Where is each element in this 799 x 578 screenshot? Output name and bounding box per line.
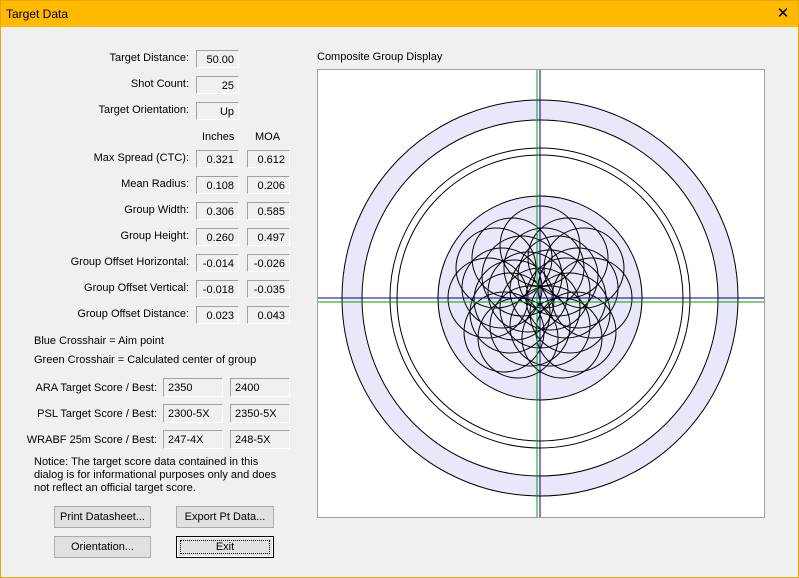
max-spread-label: Max Spread (CTC): bbox=[93, 152, 189, 164]
wrabf-score-label: WRABF 25m Score / Best: bbox=[26, 434, 157, 446]
ara-score-value: 2350 bbox=[163, 378, 223, 397]
title-bar: Target Data ✕ bbox=[1, 1, 798, 27]
group-height-moa: 0.497 bbox=[247, 228, 290, 246]
exit-button[interactable]: Exit bbox=[176, 536, 274, 558]
window-title: Target Data bbox=[6, 7, 69, 21]
orientation-button[interactable]: Orientation... bbox=[54, 536, 151, 558]
green-crosshair-legend: Green Crosshair = Calculated center of g… bbox=[34, 354, 257, 366]
target-data-dialog: Target Data ✕ Target Distance: 50.00 Sho… bbox=[0, 0, 799, 578]
psl-score-label: PSL Target Score / Best: bbox=[37, 408, 157, 420]
wrabf-score-value: 247-4X bbox=[163, 430, 223, 449]
notice-line-2: dialog is for informational purposes onl… bbox=[34, 469, 277, 481]
notice-line-3: not reflect an official target score. bbox=[34, 482, 196, 494]
psl-score-value: 2300-5X bbox=[163, 404, 223, 423]
max-spread-moa: 0.612 bbox=[247, 150, 290, 168]
psl-best-value: 2350-5X bbox=[230, 404, 290, 423]
inches-column-header: Inches bbox=[202, 131, 235, 143]
group-offset-vertical-label: Group Offset Vertical: bbox=[84, 282, 189, 294]
wrabf-best-value: 248-5X bbox=[230, 430, 290, 449]
close-icon[interactable]: ✕ bbox=[768, 1, 798, 27]
group-offset-horizontal-label: Group Offset Horizontal: bbox=[70, 256, 189, 268]
group-offset-distance-moa: 0.043 bbox=[247, 306, 290, 324]
composite-group-display bbox=[317, 69, 765, 518]
composite-group-display-title: Composite Group Display bbox=[317, 51, 443, 63]
group-offset-horizontal-inches: -0.014 bbox=[196, 254, 239, 272]
group-width-label: Group Width: bbox=[124, 204, 189, 216]
target-orientation-label: Target Orientation: bbox=[98, 104, 190, 116]
group-offset-distance-inches: 0.023 bbox=[196, 306, 239, 324]
mean-radius-label: Mean Radius: bbox=[121, 178, 189, 190]
target-distance-value: 50.00 bbox=[196, 50, 239, 68]
target-distance-label: Target Distance: bbox=[109, 52, 189, 64]
mean-radius-inches: 0.108 bbox=[196, 176, 239, 194]
ara-best-value: 2400 bbox=[230, 378, 290, 397]
group-width-inches: 0.306 bbox=[196, 202, 239, 220]
blue-crosshair-legend: Blue Crosshair = Aim point bbox=[34, 335, 164, 347]
group-offset-vertical-moa: -0.035 bbox=[247, 280, 290, 298]
shot-count-value: 25 bbox=[196, 76, 239, 94]
notice-line-1: Notice: The target score data contained … bbox=[34, 456, 259, 468]
shot-count-label: Shot Count: bbox=[130, 78, 189, 90]
group-height-label: Group Height: bbox=[120, 230, 189, 242]
mean-radius-moa: 0.206 bbox=[247, 176, 290, 194]
exit-button-label: Exit bbox=[215, 541, 235, 553]
target-plot-svg bbox=[318, 70, 764, 517]
moa-column-header: MOA bbox=[255, 131, 281, 143]
group-offset-distance-label: Group Offset Distance: bbox=[77, 308, 189, 320]
target-orientation-value: Up bbox=[196, 102, 239, 120]
group-height-inches: 0.260 bbox=[196, 228, 239, 246]
print-datasheet-button[interactable]: Print Datasheet... bbox=[54, 506, 151, 528]
group-width-moa: 0.585 bbox=[247, 202, 290, 220]
group-offset-vertical-inches: -0.018 bbox=[196, 280, 239, 298]
export-pt-data-button[interactable]: Export Pt Data... bbox=[176, 506, 274, 528]
group-offset-horizontal-moa: -0.026 bbox=[247, 254, 290, 272]
ara-score-label: ARA Target Score / Best: bbox=[35, 382, 157, 394]
max-spread-inches: 0.321 bbox=[196, 150, 239, 168]
